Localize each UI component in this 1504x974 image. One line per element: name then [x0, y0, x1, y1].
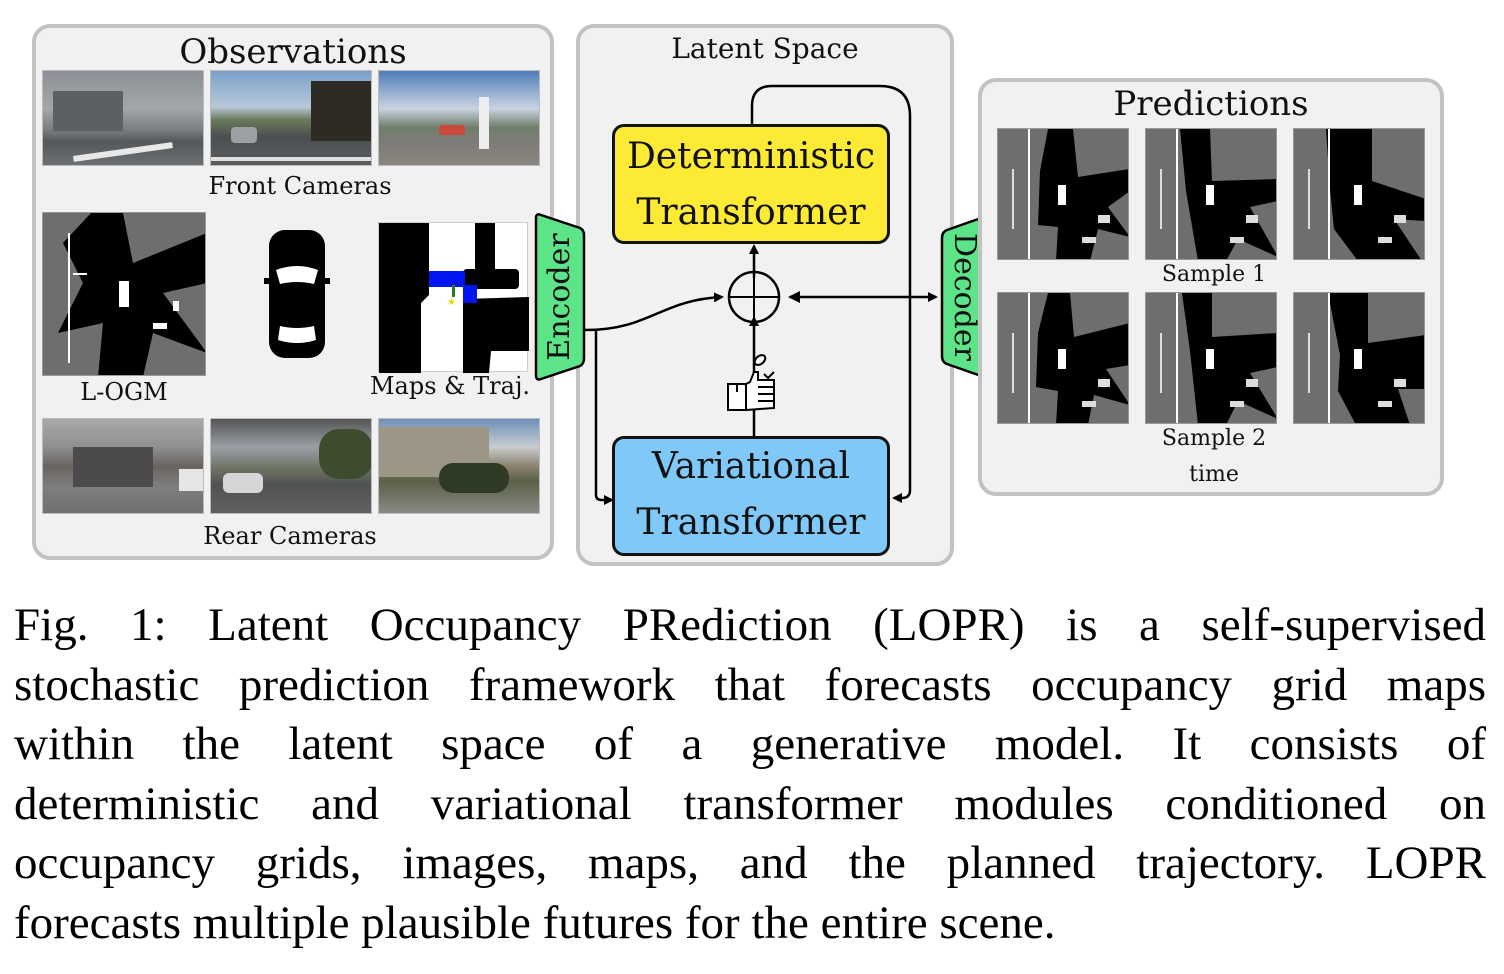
coin-flip-sampling-icon: [727, 354, 775, 412]
deterministic-transformer-block: Deterministic Transformer: [612, 124, 890, 244]
time-label: time: [1189, 462, 1239, 487]
caption-line: occupancy grids, images, maps, and the p…: [14, 837, 1486, 889]
variational-transformer-block: Variational Transformer: [612, 436, 890, 556]
variational-label-line1: Variational: [651, 446, 851, 487]
prediction-grid-image: [1293, 292, 1425, 424]
sample-1-label: Sample 1: [1161, 262, 1267, 287]
caption-line: forecasts multiple plausible futures for…: [14, 896, 1056, 949]
caption-line: deterministic and variational transforme…: [14, 777, 1486, 830]
prediction-grid-image: [1293, 128, 1425, 260]
prediction-grid-image: [1145, 292, 1277, 424]
caption-line: Fig. 1: Latent Occupancy PRediction (LOP…: [14, 599, 1486, 651]
encoder-block: Encoder: [532, 212, 586, 382]
caption-line: stochastic prediction framework that for…: [14, 658, 1486, 711]
prediction-grid-image: [997, 292, 1129, 424]
caption-line: within the latent space of a generative …: [14, 718, 1486, 770]
sum-operator-icon: [727, 270, 781, 324]
predictions-title: Predictions: [1113, 84, 1309, 124]
figure-caption: Fig. 1: Latent Occupancy PRediction (LOP…: [14, 596, 1486, 953]
variational-label-line2: Transformer: [636, 502, 866, 543]
deterministic-label-line2: Transformer: [636, 192, 866, 233]
prediction-grid-image: [997, 128, 1129, 260]
deterministic-label-line1: Deterministic: [626, 136, 876, 177]
encoder-to-sum-arrow: [584, 292, 724, 332]
decoder-label: Decoder: [947, 233, 982, 361]
encoder-to-variational-arrow: [594, 330, 614, 505]
encoder-label: Encoder: [542, 233, 577, 361]
sample-2-label: Sample 2: [1161, 426, 1267, 451]
prediction-grid-image: [1145, 128, 1277, 260]
